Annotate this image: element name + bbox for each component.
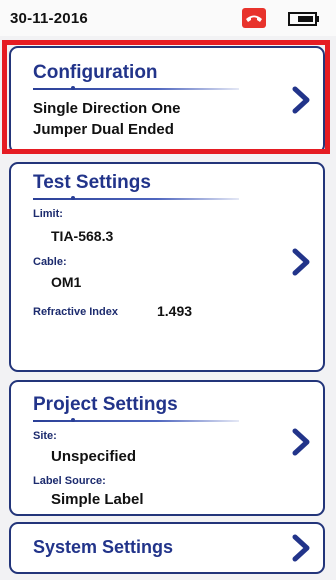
test-settings-title-rule xyxy=(33,196,239,200)
project-settings-panel[interactable]: Project Settings Site: Unspecified Label… xyxy=(9,380,325,516)
system-settings-title: System Settings xyxy=(33,537,174,557)
label-source-value: Simple Label xyxy=(51,491,144,508)
configuration-line-1: Single Direction One xyxy=(33,100,181,117)
limit-value: TIA-568.3 xyxy=(51,228,114,244)
configuration-panel[interactable]: Configuration Single Direction One Jumpe… xyxy=(9,46,325,154)
site-label: Site: xyxy=(33,430,57,442)
configuration-title-rule xyxy=(33,86,239,90)
status-bar: 30-11-2016 xyxy=(0,0,336,36)
configuration-title: Configuration xyxy=(33,62,158,83)
cable-value: OM1 xyxy=(51,274,82,290)
label-source-label: Label Source: xyxy=(33,475,106,487)
status-date: 30-11-2016 xyxy=(10,10,88,27)
refractive-index-value: 1.493 xyxy=(157,303,193,319)
site-value: Unspecified xyxy=(51,448,137,465)
battery-icon xyxy=(288,12,319,26)
project-settings-title: Project Settings xyxy=(33,394,178,415)
chevron-right-icon[interactable] xyxy=(291,534,311,562)
chevron-right-icon[interactable] xyxy=(291,428,311,456)
configuration-line-2: Jumper Dual Ended xyxy=(33,121,174,138)
refractive-index-label: Refractive Index xyxy=(33,306,118,318)
test-settings-panel[interactable]: Test Settings Limit: TIA-568.3 Cable: OM… xyxy=(9,162,325,372)
system-settings-panel[interactable]: System Settings xyxy=(9,522,325,574)
chevron-right-icon[interactable] xyxy=(291,86,311,114)
phone-hangup-icon[interactable] xyxy=(242,8,266,28)
cable-label: Cable: xyxy=(33,256,67,268)
project-settings-title-rule xyxy=(33,418,239,422)
chevron-right-icon[interactable] xyxy=(291,248,311,276)
test-settings-title: Test Settings xyxy=(33,172,151,193)
limit-label: Limit: xyxy=(33,208,63,220)
